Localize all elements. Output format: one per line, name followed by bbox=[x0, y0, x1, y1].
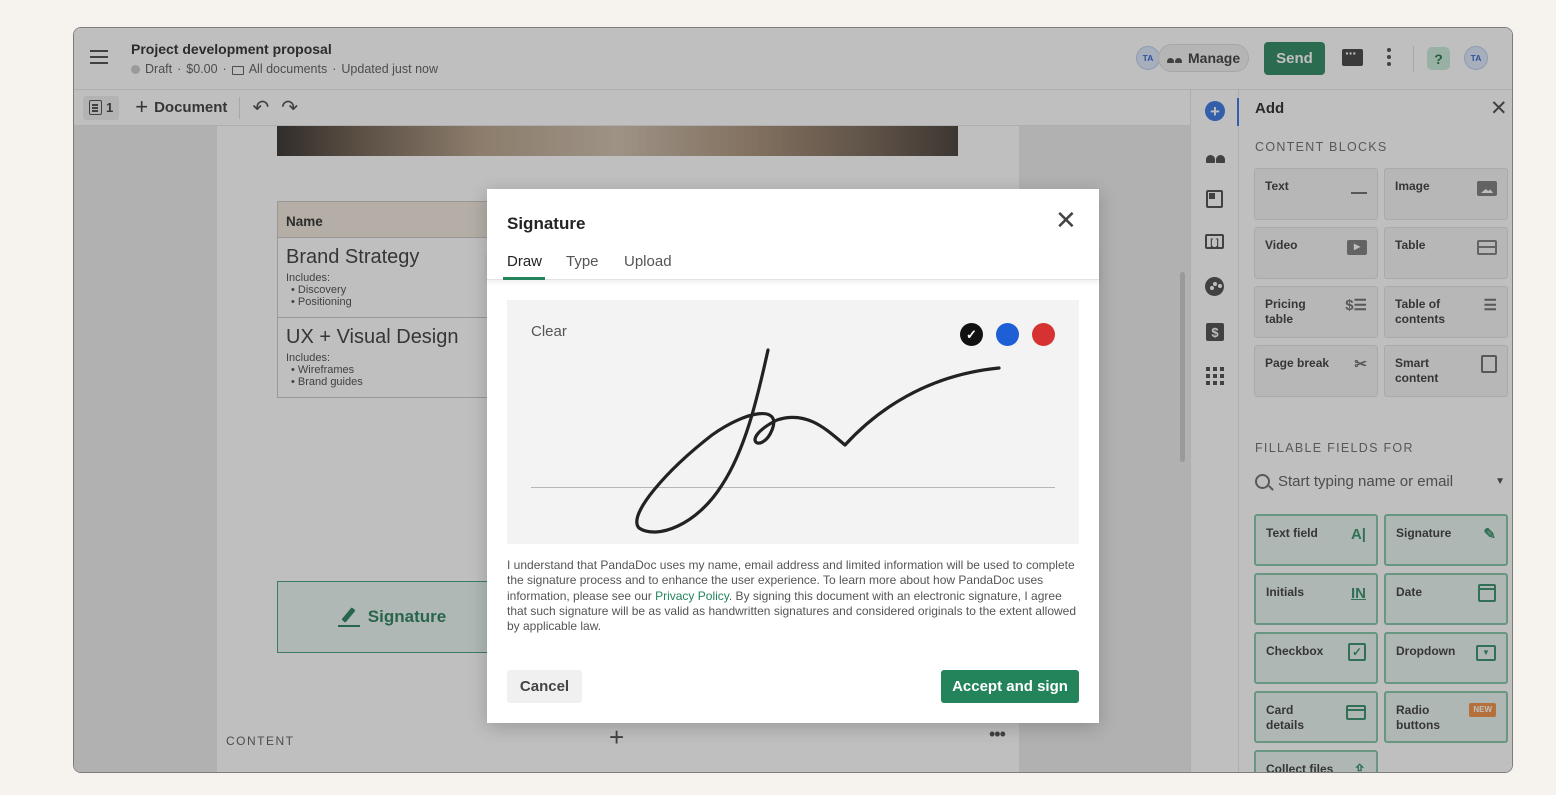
cancel-button[interactable]: Cancel bbox=[507, 670, 582, 703]
active-tab-indicator bbox=[503, 277, 545, 280]
tab-upload[interactable]: Upload bbox=[624, 253, 672, 270]
accept-and-sign-button[interactable]: Accept and sign bbox=[941, 670, 1079, 703]
tab-draw[interactable]: Draw bbox=[507, 253, 542, 270]
tab-type[interactable]: Type bbox=[566, 253, 599, 270]
drawn-signature bbox=[635, 348, 1001, 534]
signature-tabs: Draw Type Upload bbox=[487, 249, 1099, 280]
app-window: Project development proposal Draft · $0.… bbox=[73, 27, 1513, 773]
signature-dialog: Signature ✕ Draw Type Upload Clear ✓ I u… bbox=[487, 189, 1099, 723]
legal-notice: I understand that PandaDoc uses my name,… bbox=[507, 558, 1082, 634]
signature-canvas[interactable]: Clear ✓ bbox=[507, 300, 1079, 544]
dialog-title: Signature bbox=[507, 214, 586, 233]
close-icon[interactable]: ✕ bbox=[1055, 207, 1077, 233]
privacy-policy-link[interactable]: Privacy Policy bbox=[655, 589, 729, 603]
